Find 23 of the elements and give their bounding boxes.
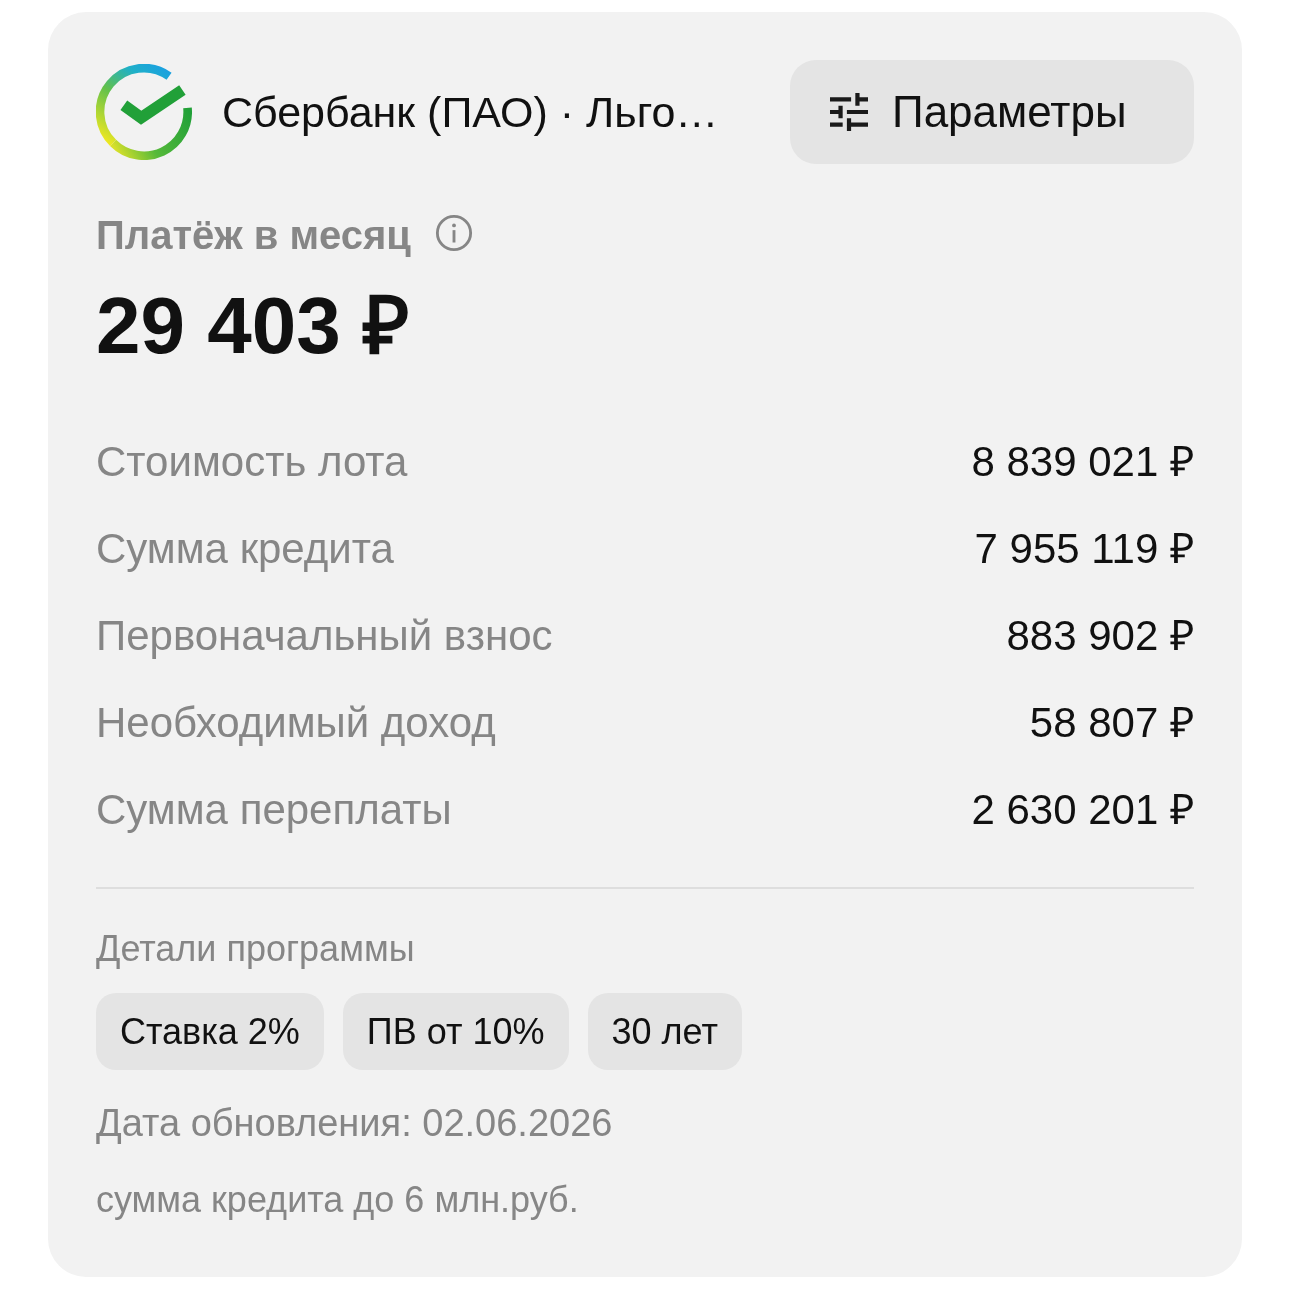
program-details-heading: Детали программы (96, 927, 416, 971)
checkmark-logo-icon (96, 64, 192, 160)
monthly-payment-label: Платёж в месяц (96, 212, 411, 259)
loan-parameter-value: 7 955 119 ₽ (974, 523, 1194, 574)
loan-parameter-label: Стоимость лота (96, 436, 408, 487)
sliders-icon (830, 93, 868, 131)
loan-parameter-label: Сумма кредита (96, 523, 394, 574)
program-tag: ПВ от 10% (342, 993, 569, 1070)
update-date-text: Дата обновления: 02.06.2026 (96, 1101, 614, 1146)
info-icon[interactable] (434, 214, 473, 252)
loan-parameter-value: 58 807 ₽ (1029, 697, 1194, 748)
loan-parameter-value: 8 839 021 ₽ (971, 436, 1194, 487)
parameters-button[interactable]: Параметры (790, 60, 1194, 164)
loan-parameter-label: Первоначальный взнос (96, 610, 553, 661)
loan-parameter-value: 883 902 ₽ (1006, 610, 1194, 661)
loan-parameter-label: Сумма переплаты (96, 784, 452, 835)
program-tag: Ставка 2% (96, 993, 324, 1070)
loan-parameter-value: 2 630 201 ₽ (971, 784, 1194, 835)
bank-program-title: Сбербанк (ПАО) · Льго… (222, 87, 720, 137)
loan-parameter-label: Необходимый доход (96, 697, 496, 748)
program-tag: 30 лет (587, 993, 742, 1070)
monthly-payment-amount: 29 403 ₽ (96, 280, 411, 372)
loan-limit-note: сумма кредита до 6 млн.руб. (96, 1178, 580, 1222)
